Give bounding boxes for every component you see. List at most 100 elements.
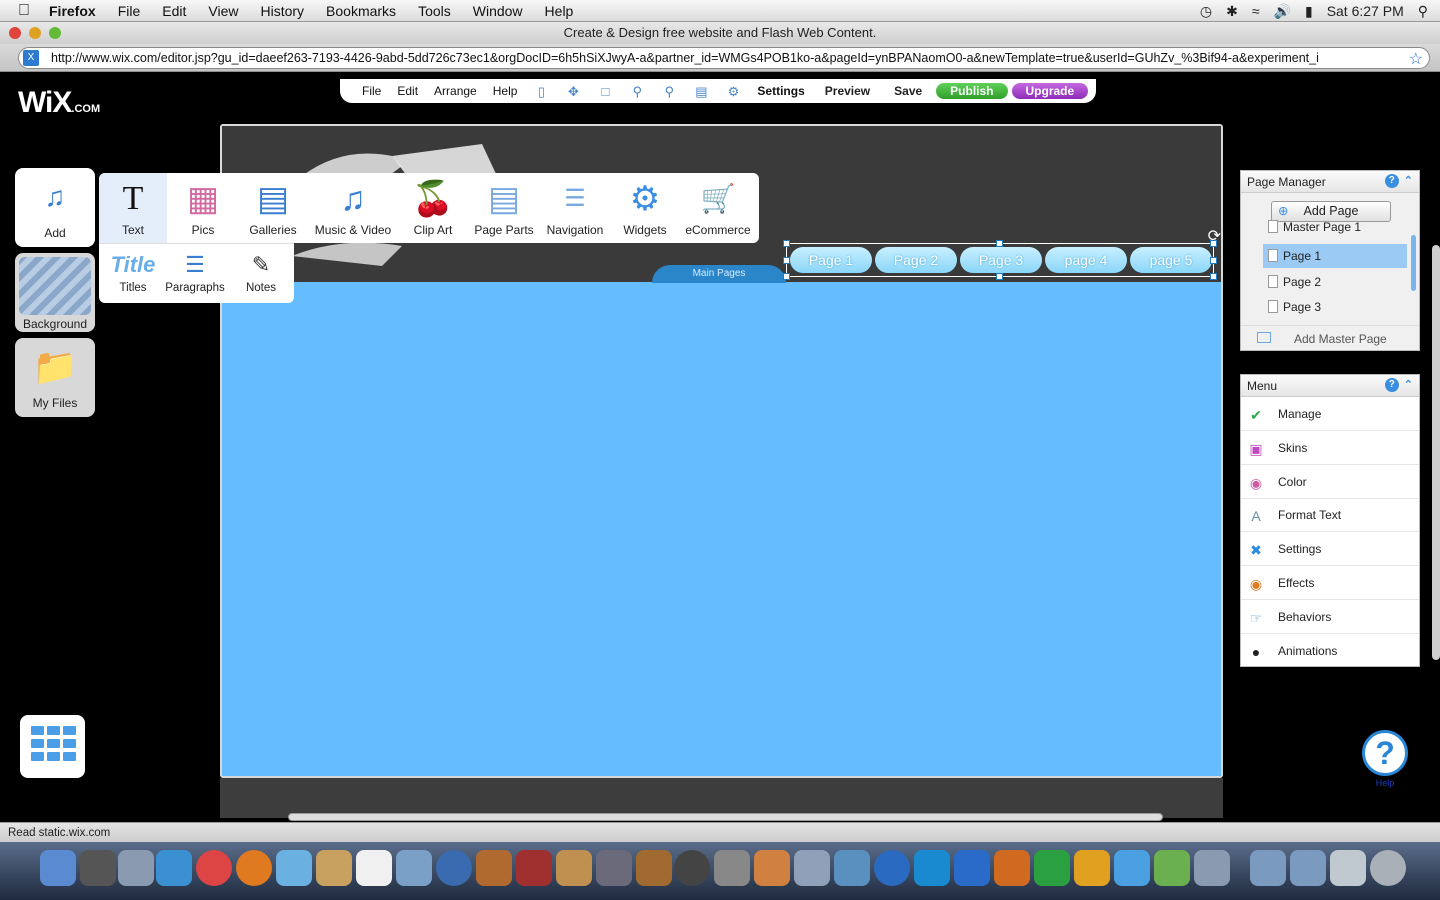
- add-navigation-category[interactable]: ☰ Navigation: [543, 173, 607, 243]
- right-scrollbar[interactable]: [1432, 245, 1440, 660]
- menu-color[interactable]: ◉ Color: [1241, 466, 1419, 499]
- downloader-icon[interactable]: [1154, 850, 1190, 886]
- add-page-parts-category[interactable]: ▤ Page Parts: [467, 173, 541, 243]
- page-item[interactable]: Page 2: [1263, 270, 1407, 294]
- time-machine-icon[interactable]: [674, 850, 710, 886]
- bluetooth-icon[interactable]: ✱: [1226, 3, 1238, 20]
- documents-folder-icon[interactable]: [1290, 850, 1326, 886]
- help-icon[interactable]: ?: [1384, 378, 1399, 392]
- resize-handle[interactable]: [783, 273, 790, 280]
- time-machine-icon[interactable]: ◷: [1200, 3, 1212, 20]
- quicktime-icon[interactable]: [874, 850, 910, 886]
- settings-toolbar-icon[interactable]: ⚙: [725, 84, 741, 99]
- word-icon[interactable]: [954, 850, 990, 886]
- site-overview-button[interactable]: [20, 715, 85, 778]
- wifi-icon[interactable]: ≈: [1252, 3, 1260, 19]
- menu-view[interactable]: View: [197, 3, 249, 19]
- menu-tools[interactable]: Tools: [407, 3, 462, 19]
- add-clip-art-category[interactable]: 🍒 Clip Art: [401, 173, 465, 243]
- add-page-button[interactable]: ⊕ Add Page: [1271, 201, 1391, 222]
- pages-icon[interactable]: [794, 850, 830, 886]
- zoom-out-icon[interactable]: ⚲: [661, 84, 677, 99]
- collapse-icon[interactable]: ⌃: [1404, 378, 1413, 392]
- menu-history[interactable]: History: [249, 3, 315, 19]
- nav-page-2[interactable]: Page 2: [875, 247, 957, 273]
- menu-effects[interactable]: ◉ Effects: [1241, 567, 1419, 600]
- zoom-window-icon[interactable]: [49, 27, 61, 39]
- collapse-icon[interactable]: ⌃: [1404, 174, 1413, 188]
- trash-icon[interactable]: [1370, 850, 1406, 886]
- downloads-stack-icon[interactable]: [1330, 850, 1366, 886]
- main-pages-tab[interactable]: Main Pages: [652, 265, 786, 283]
- excel-icon[interactable]: [1034, 850, 1070, 886]
- move-icon[interactable]: ✥: [565, 84, 581, 99]
- page-item[interactable]: Page 1: [1263, 244, 1407, 268]
- add-music-video-category[interactable]: ♫ Music & Video: [309, 173, 397, 243]
- resize-handle[interactable]: [1210, 257, 1217, 264]
- zoom-in-icon[interactable]: ⚲: [629, 84, 645, 99]
- garageband-icon[interactable]: [636, 850, 672, 886]
- menu-edit[interactable]: Edit: [151, 3, 197, 19]
- add-titles-item[interactable]: Title Titles: [105, 248, 161, 294]
- resize-handle[interactable]: [996, 273, 1003, 280]
- keynote-icon[interactable]: [754, 850, 790, 886]
- publish-button[interactable]: Publish: [936, 83, 1008, 99]
- powerpoint-icon[interactable]: [994, 850, 1030, 886]
- add-paragraphs-item[interactable]: ☰ Paragraphs: [165, 248, 225, 294]
- save-button[interactable]: Save: [882, 84, 934, 98]
- applications-folder-icon[interactable]: [1250, 850, 1286, 886]
- apple-icon[interactable]: : [18, 2, 38, 20]
- battery-icon[interactable]: ▮: [1305, 3, 1313, 20]
- page-item[interactable]: Master Page 1: [1263, 220, 1407, 234]
- menu-help[interactable]: Help: [534, 3, 585, 19]
- page-list-scrollbar[interactable]: [1411, 235, 1416, 291]
- bookmark-star-icon[interactable]: ☆: [1409, 49, 1423, 68]
- page-item[interactable]: Page 3: [1263, 295, 1407, 319]
- menu-window[interactable]: Window: [462, 3, 534, 19]
- spotlight-icon[interactable]: ⚲: [1418, 3, 1428, 20]
- site-navigation-menu[interactable]: Page 1 Page 2 Page 3 page 4 page 5 ⟳: [783, 228, 1221, 280]
- fit-screen-icon[interactable]: □: [597, 84, 613, 99]
- toolbar-arrange[interactable]: Arrange: [426, 84, 485, 98]
- menu-bookmarks[interactable]: Bookmarks: [315, 3, 407, 19]
- numbers-icon[interactable]: [834, 850, 870, 886]
- menu-skins[interactable]: ▣ Skins: [1241, 432, 1419, 465]
- office-c-icon[interactable]: [914, 850, 950, 886]
- add-button[interactable]: ♫ Add: [15, 168, 95, 247]
- horizontal-scrollbar[interactable]: [288, 813, 1163, 821]
- resize-handle[interactable]: [783, 257, 790, 264]
- help-button[interactable]: ? Help: [1360, 730, 1410, 788]
- add-notes-item[interactable]: ✎ Notes: [235, 248, 287, 294]
- mail-icon[interactable]: [118, 850, 154, 886]
- menu-file[interactable]: File: [107, 3, 152, 19]
- itunes-icon[interactable]: [436, 850, 472, 886]
- clock[interactable]: Sat 6:27 PM: [1327, 3, 1404, 19]
- menu-settings[interactable]: ✖ Settings: [1241, 533, 1419, 566]
- photo-booth-icon[interactable]: [516, 850, 552, 886]
- ruler-icon[interactable]: ▤: [693, 84, 709, 99]
- resize-handle[interactable]: [996, 240, 1003, 247]
- url-text[interactable]: http://www.wix.com/editor.jsp?gu_id=daee…: [51, 51, 1319, 65]
- url-bar[interactable]: X http://www.wix.com/editor.jsp?gu_id=da…: [18, 47, 1430, 69]
- resize-handle[interactable]: [1210, 273, 1217, 280]
- toolbar-edit[interactable]: Edit: [389, 84, 426, 98]
- menu-animations[interactable]: ● Animations: [1241, 635, 1419, 668]
- chrome-icon[interactable]: [196, 850, 232, 886]
- menu-behaviors[interactable]: ☞ Behaviors: [1241, 601, 1419, 634]
- ical-icon[interactable]: [356, 850, 392, 886]
- firefox-icon[interactable]: [236, 850, 272, 886]
- add-master-page-button[interactable]: Add Master Page: [1241, 325, 1419, 351]
- background-button[interactable]: Background: [15, 253, 95, 332]
- preview-icon[interactable]: [396, 850, 432, 886]
- toolbar-file[interactable]: File: [354, 84, 389, 98]
- add-ecommerce-category[interactable]: 🛒 eCommerce: [681, 173, 755, 243]
- nav-page-1[interactable]: Page 1: [790, 247, 872, 273]
- toolbar-settings[interactable]: Settings: [749, 84, 812, 98]
- minimize-window-icon[interactable]: [29, 27, 41, 39]
- imovie-icon[interactable]: [556, 850, 592, 886]
- nav-page-5[interactable]: page 5: [1130, 247, 1212, 273]
- help-icon[interactable]: ?: [1384, 174, 1399, 188]
- rotate-icon[interactable]: ⟳: [1208, 226, 1221, 246]
- toolbar-help[interactable]: Help: [485, 84, 526, 98]
- site-content-area[interactable]: [222, 282, 1221, 776]
